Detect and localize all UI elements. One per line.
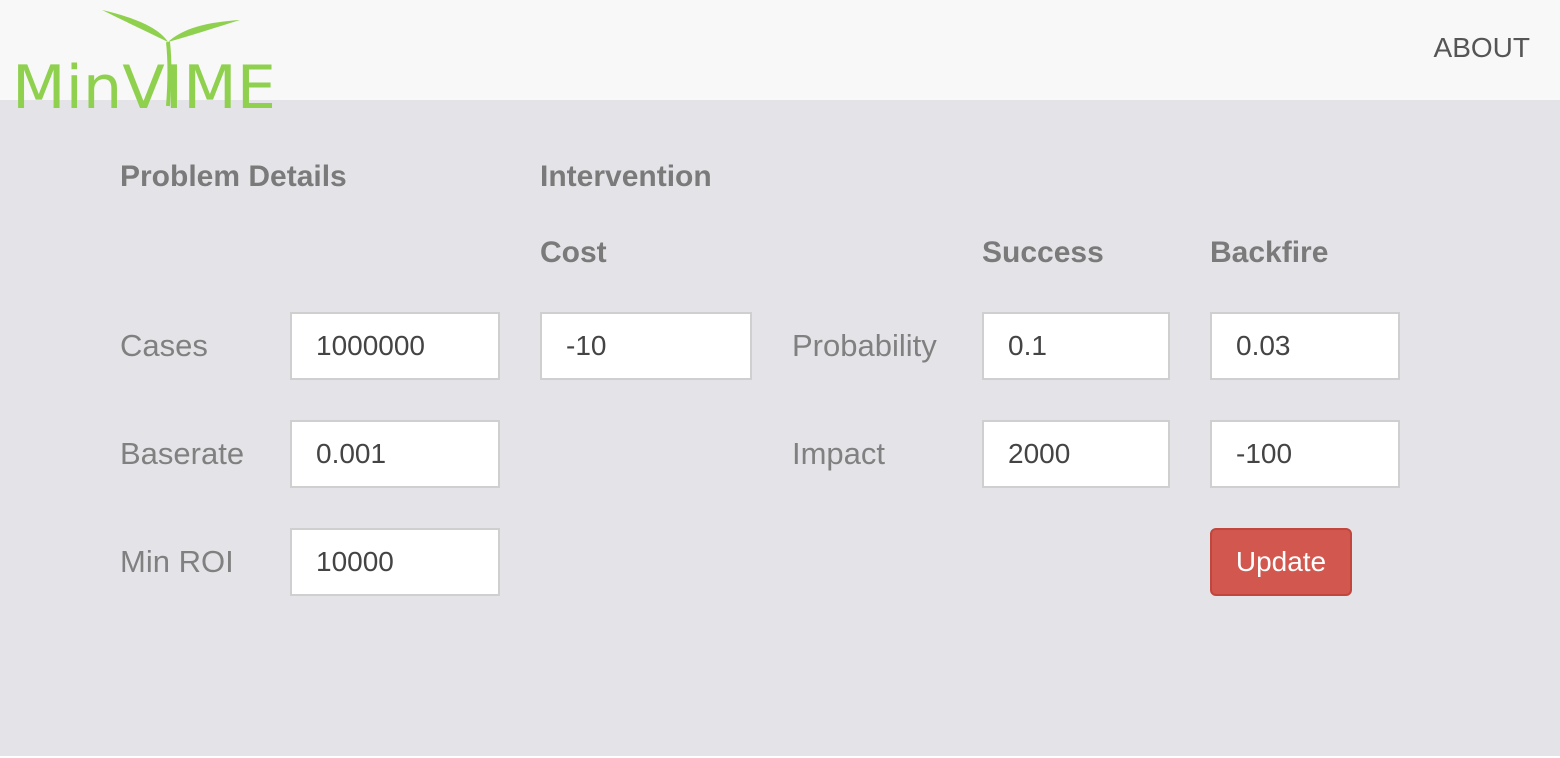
success-probability-input[interactable] [982, 312, 1170, 380]
success-impact-input[interactable] [982, 420, 1170, 488]
cases-label: Cases [120, 328, 208, 363]
minvime-logo[interactable]: MinVIME [8, 6, 288, 118]
about-link[interactable]: ABOUT [1434, 32, 1530, 64]
baserate-label: Baserate [120, 436, 245, 471]
backfire-impact-input[interactable] [1210, 420, 1400, 488]
min-roi-input[interactable] [290, 528, 500, 596]
intervention-heading: Intervention [540, 160, 712, 193]
main-panel: Problem Details Intervention Cost Succes… [0, 100, 1560, 756]
problem-details-heading: Problem Details [120, 160, 347, 193]
logo-text: MinVIME [12, 53, 276, 118]
right-leaf-shape [168, 20, 240, 42]
update-button[interactable]: Update [1210, 528, 1352, 596]
probability-label: Probability [792, 328, 937, 363]
backfire-heading: Backfire [1210, 236, 1329, 269]
baserate-input[interactable] [290, 420, 500, 488]
min-roi-label: Min ROI [120, 544, 234, 579]
cost-input[interactable] [540, 312, 752, 380]
left-leaf-shape [102, 10, 168, 42]
cost-heading: Cost [540, 236, 607, 269]
cases-input[interactable] [290, 312, 500, 380]
backfire-probability-input[interactable] [1210, 312, 1400, 380]
success-heading: Success [982, 236, 1104, 269]
impact-label: Impact [792, 436, 886, 471]
